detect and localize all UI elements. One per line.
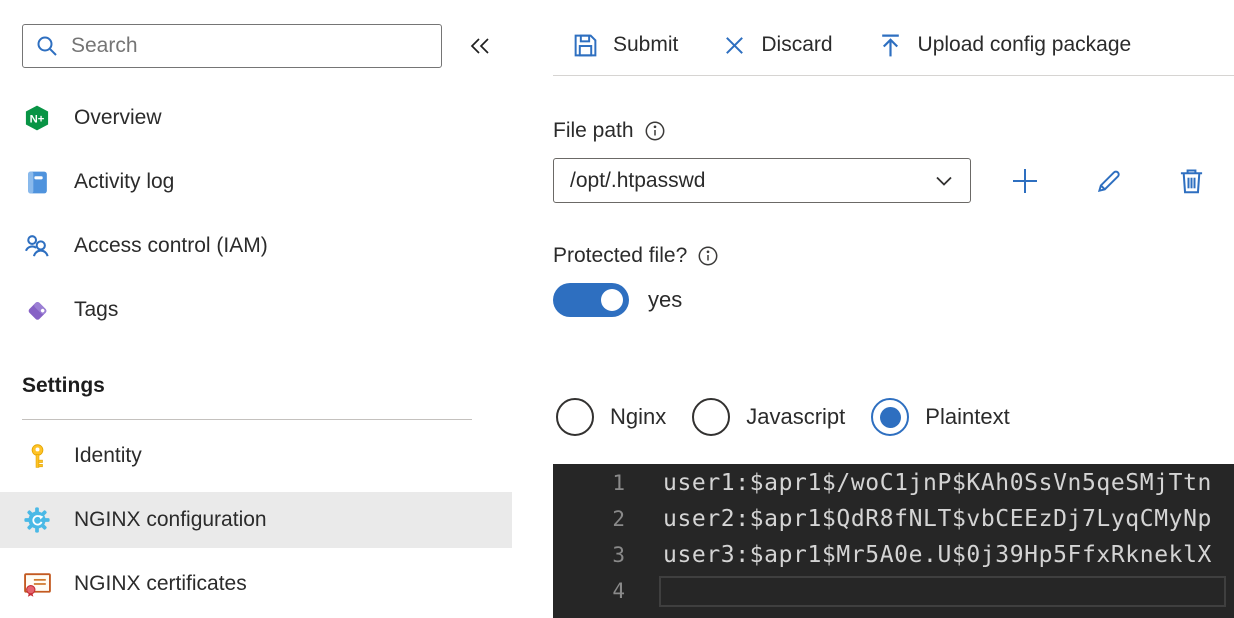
collapse-sidebar-icon[interactable] (466, 32, 494, 60)
line-number: 3 (612, 543, 625, 567)
discard-button[interactable]: Discard (722, 33, 833, 58)
line-text: user1:$apr1$/woC1jnP$KAh0SsVn5qeSMjTtn (663, 470, 1212, 496)
svg-text:N+: N+ (30, 113, 45, 125)
sidebar-item-nginx-certificates[interactable]: NGINX certificates (0, 556, 512, 612)
sidebar: N+ Overview Activity log (0, 0, 512, 618)
command-bar: Submit Discard Upload config package (572, 22, 1131, 68)
sidebar-item-overview[interactable]: N+ Overview (0, 90, 512, 146)
trash-icon (1177, 166, 1206, 195)
radio-javascript[interactable]: Javascript (692, 398, 845, 436)
dismiss-icon (722, 33, 747, 58)
editor-line: 3 user3:$apr1$Mr5A0e.U$0j39Hp5FfxRkneklX (553, 537, 1234, 573)
sidebar-item-label: NGINX certificates (74, 572, 247, 595)
radio-label: Nginx (610, 404, 667, 429)
sidebar-item-activity-log[interactable]: Activity log (0, 154, 512, 210)
line-number: 2 (612, 507, 625, 531)
sidebar-item-label: Activity log (74, 170, 175, 193)
sidebar-item-nginx-configuration[interactable]: NGINX configuration (0, 492, 512, 548)
activity-log-icon (22, 167, 52, 197)
file-path-label-row: File path (553, 119, 666, 143)
nginx-logo-icon: N+ (22, 103, 52, 133)
settings-group-header: Settings (22, 374, 105, 397)
search-icon (35, 34, 59, 58)
sidebar-item-access-control[interactable]: Access control (IAM) (0, 218, 512, 274)
editor-line: 1 user1:$apr1$/woC1jnP$KAh0SsVn5qeSMjTtn (553, 465, 1234, 501)
chevron-down-icon (934, 171, 954, 191)
search-input[interactable] (71, 34, 429, 58)
info-icon[interactable] (697, 245, 719, 267)
add-file-button[interactable] (1006, 158, 1044, 203)
search-box[interactable] (22, 24, 442, 68)
key-icon (22, 441, 52, 471)
save-icon (572, 32, 599, 59)
settings-divider (22, 419, 472, 420)
editor-line: 2 user2:$apr1$QdR8fNLT$vbCEEzDj7LyqCMyNp (553, 501, 1234, 537)
protected-file-label-row: Protected file? (553, 244, 719, 268)
radio-plaintext[interactable]: Plaintext (871, 398, 1010, 436)
plus-icon (1009, 165, 1041, 197)
protected-file-label: Protected file? (553, 244, 688, 267)
gear-icon (22, 505, 52, 535)
sidebar-item-tags[interactable]: Tags (0, 282, 512, 338)
protected-file-toggle[interactable] (553, 283, 629, 317)
tag-icon (22, 295, 52, 325)
line-text: user3:$apr1$Mr5A0e.U$0j39Hp5FfxRkneklX (663, 542, 1212, 568)
edit-file-button[interactable] (1090, 158, 1128, 203)
radio-nginx[interactable]: Nginx (556, 398, 666, 436)
sidebar-item-label: Overview (74, 106, 162, 129)
sidebar-item-label: Access control (IAM) (74, 234, 268, 257)
radio-label: Javascript (746, 404, 846, 429)
line-number: 4 (612, 579, 625, 603)
radio-circle (556, 398, 594, 436)
current-line-indicator (659, 576, 1226, 607)
submit-button[interactable]: Submit (572, 32, 678, 59)
pencil-icon (1094, 166, 1124, 196)
toggle-knob (601, 289, 623, 311)
radio-circle (692, 398, 731, 436)
line-number: 1 (612, 471, 625, 495)
discard-label: Discard (761, 33, 833, 56)
format-radio-group: Nginx Javascript Plaintext (556, 398, 1036, 436)
config-code-editor[interactable]: 1 user1:$apr1$/woC1jnP$KAh0SsVn5qeSMjTtn… (553, 464, 1234, 618)
delete-file-button[interactable] (1172, 158, 1210, 203)
upload-label: Upload config package (917, 33, 1132, 56)
file-path-combobox[interactable]: /opt/.htpasswd (553, 158, 971, 203)
radio-label: Plaintext (925, 404, 1010, 429)
sidebar-item-label: Identity (74, 444, 142, 467)
submit-label: Submit (613, 33, 679, 56)
info-icon[interactable] (644, 120, 666, 142)
upload-icon (877, 32, 904, 59)
sidebar-item-identity[interactable]: Identity (0, 428, 512, 484)
file-path-label: File path (553, 119, 634, 142)
radio-circle (871, 398, 910, 436)
access-control-icon (22, 231, 52, 261)
certificate-icon (22, 569, 52, 599)
toolbar-divider (553, 75, 1234, 76)
file-path-value: /opt/.htpasswd (570, 168, 706, 192)
nginx-configuration-page: N+ Overview Activity log (0, 0, 1234, 618)
sidebar-item-label: Tags (74, 298, 119, 321)
sidebar-item-label: NGINX configuration (74, 508, 267, 531)
line-text: user2:$apr1$QdR8fNLT$vbCEEzDj7LyqCMyNp (663, 506, 1212, 532)
toggle-state-label: yes (648, 287, 683, 312)
upload-config-package-button[interactable]: Upload config package (877, 32, 1132, 59)
